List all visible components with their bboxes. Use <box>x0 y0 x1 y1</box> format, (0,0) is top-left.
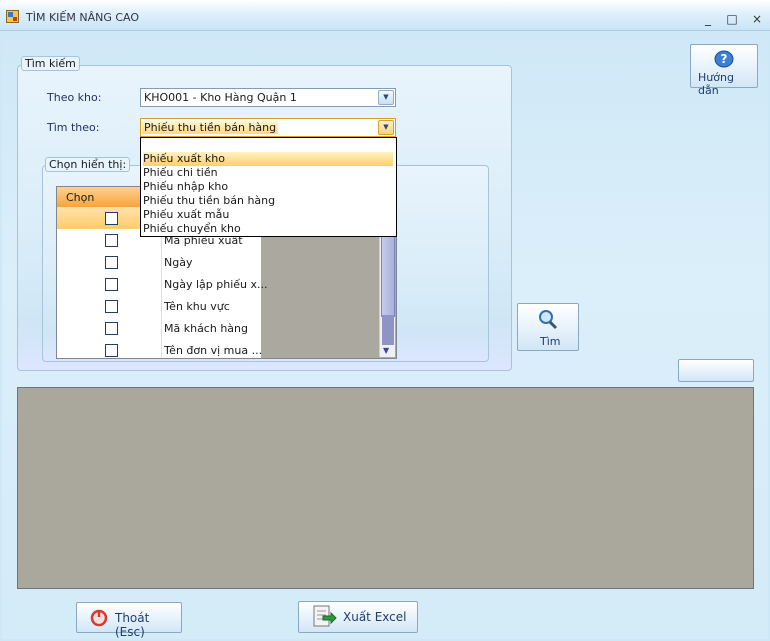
results-panel <box>17 387 754 589</box>
cell-divider <box>161 251 162 273</box>
maximize-button[interactable]: □ <box>724 12 740 26</box>
chevron-down-icon[interactable]: ▼ <box>378 120 394 135</box>
scrollbar-track[interactable] <box>382 315 394 345</box>
search-by-value: Phiếu thu tiền bán hàng <box>142 121 279 134</box>
row-checkbox[interactable] <box>105 234 118 247</box>
cell-divider <box>161 273 162 295</box>
grid-column-header-chon[interactable]: Chọn <box>66 191 94 204</box>
row-checkbox[interactable] <box>105 278 118 291</box>
dropdown-option[interactable]: Phiếu xuất kho <box>143 152 393 166</box>
scrollbar-thumb[interactable] <box>381 229 395 317</box>
help-button[interactable]: ? Hướng dẫn <box>690 44 758 97</box>
excel-export-icon <box>313 605 337 627</box>
title-bar: TÌM KIẾM NÂNG CAO _ □ × <box>0 0 770 31</box>
help-button-label: Hướng dẫn <box>698 71 734 97</box>
dropdown-option[interactable]: Phiếu thu tiền bán hàng <box>143 194 393 208</box>
row-label: Tên khu vực <box>164 300 230 313</box>
svg-text:?: ? <box>721 52 728 66</box>
power-icon <box>90 609 108 627</box>
blank-button[interactable] <box>678 359 754 382</box>
magnifier-icon <box>539 310 558 330</box>
row-checkbox[interactable] <box>105 344 118 357</box>
row-checkbox[interactable] <box>105 256 118 269</box>
row-label: Ngày <box>164 256 193 269</box>
dropdown-option[interactable]: Phiếu nhập kho <box>143 180 393 194</box>
exit-button-label: Thoát (Esc) <box>115 611 150 639</box>
export-excel-button-label: Xuất Excel <box>343 610 407 624</box>
cell-divider <box>161 317 162 339</box>
exit-button[interactable]: Thoát (Esc) <box>76 602 182 639</box>
export-excel-button[interactable]: Xuất Excel <box>298 601 418 633</box>
warehouse-combobox[interactable]: KHO001 - Kho Hàng Quận 1 ▼ <box>140 88 396 107</box>
search-button[interactable]: Tìm <box>517 303 579 351</box>
row-label: Tên đơn vị mua ... <box>164 344 263 357</box>
row-checkbox[interactable] <box>105 322 118 335</box>
search-by-combobox[interactable]: Phiếu thu tiền bán hàng ▼ <box>140 118 396 137</box>
window-title: TÌM KIẾM NÂNG CAO <box>26 11 140 24</box>
display-groupbox-label: Chọn hiển thị: <box>45 157 131 172</box>
dropdown-option[interactable]: Phiếu xuất mẫu <box>143 208 393 222</box>
minimize-button[interactable]: _ <box>700 12 716 26</box>
scroll-down-icon[interactable]: ▼ <box>383 346 389 355</box>
chevron-down-icon[interactable]: ▼ <box>378 90 394 105</box>
close-button[interactable]: × <box>749 12 765 26</box>
table-row[interactable]: Mã khách hàng <box>57 317 261 340</box>
search-by-dropdown-list: Phiếu xuất kho Phiếu chi tiền Phiếu nhập k… <box>140 137 397 237</box>
dropdown-option[interactable]: Phiếu chuyển kho <box>143 222 393 236</box>
app-window-icon <box>6 10 19 23</box>
search-groupbox-label: Tìm kiếm <box>21 56 80 71</box>
warehouse-label: Theo kho: <box>47 91 102 104</box>
cell-divider <box>161 295 162 317</box>
question-icon: ? <box>714 50 734 68</box>
table-row[interactable]: Ngày lập phiếu x... <box>57 273 267 296</box>
dropdown-option[interactable]: Phiếu chi tiền <box>143 166 393 180</box>
search-button-label: Tìm <box>540 335 561 348</box>
row-label: Mã khách hàng <box>164 322 248 335</box>
warehouse-value: KHO001 - Kho Hàng Quận 1 <box>144 91 297 104</box>
row-checkbox[interactable] <box>105 300 118 313</box>
table-row[interactable]: Tên đơn vị mua ... <box>57 339 263 358</box>
row-checkbox[interactable] <box>105 212 118 225</box>
search-by-label: Tìm theo: <box>47 121 100 134</box>
row-label: Ngày lập phiếu x... <box>164 278 268 291</box>
table-row[interactable]: Ngày <box>57 251 261 274</box>
cell-divider <box>161 339 162 358</box>
table-row[interactable]: Tên khu vực <box>57 295 261 318</box>
